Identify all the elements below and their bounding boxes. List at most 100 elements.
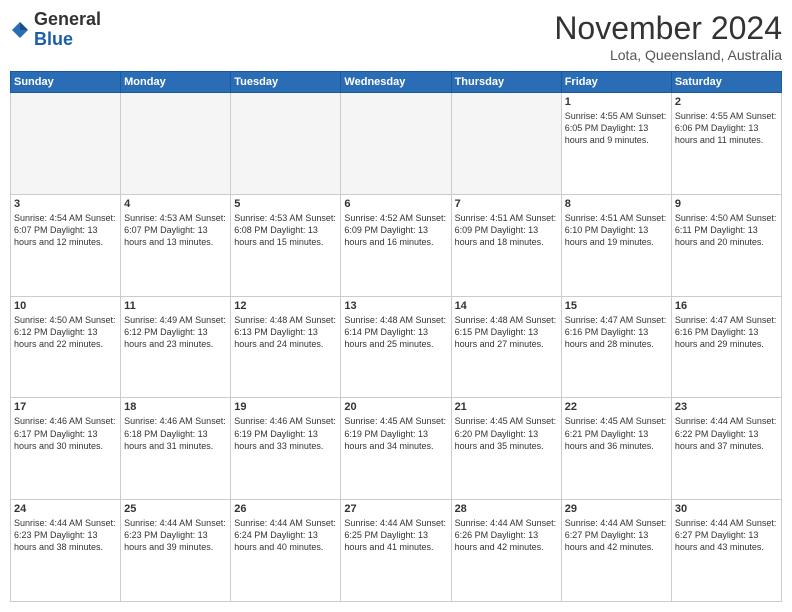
- day-info: Sunrise: 4:50 AM Sunset: 6:11 PM Dayligh…: [675, 212, 778, 248]
- calendar-cell: 29 Sunrise: 4:44 AM Sunset: 6:27 PM Dayli…: [561, 500, 671, 602]
- day-info: Sunrise: 4:46 AM Sunset: 6:17 PM Dayligh…: [14, 415, 117, 451]
- logo-blue: Blue: [34, 30, 101, 50]
- calendar-cell: 7 Sunrise: 4:51 AM Sunset: 6:09 PM Daylig…: [451, 194, 561, 296]
- day-of-week-header: Thursday: [451, 72, 561, 93]
- day-number: 12: [234, 300, 337, 312]
- day-of-week-header: Monday: [121, 72, 231, 93]
- calendar-cell: 13 Sunrise: 4:48 AM Sunset: 6:14 PM Dayli…: [341, 296, 451, 398]
- calendar-cell: 8 Sunrise: 4:51 AM Sunset: 6:10 PM Daylig…: [561, 194, 671, 296]
- calendar-table: SundayMondayTuesdayWednesdayThursdayFrid…: [10, 71, 782, 602]
- day-info: Sunrise: 4:44 AM Sunset: 6:24 PM Dayligh…: [234, 517, 337, 553]
- day-info: Sunrise: 4:44 AM Sunset: 6:27 PM Dayligh…: [675, 517, 778, 553]
- day-info: Sunrise: 4:46 AM Sunset: 6:18 PM Dayligh…: [124, 415, 227, 451]
- day-info: Sunrise: 4:45 AM Sunset: 6:20 PM Dayligh…: [455, 415, 558, 451]
- calendar-cell: 14Sunrise: 4:48 AM Sunset: 6:15 PM Dayli…: [451, 296, 561, 398]
- calendar-cell: 18 Sunrise: 4:46 AM Sunset: 6:18 PM Dayli…: [121, 398, 231, 500]
- page: General Blue November 2024 Lota, Queensl…: [0, 0, 792, 612]
- day-info: Sunrise: 4:55 AM Sunset: 6:05 PM Dayligh…: [565, 110, 668, 146]
- calendar-cell: 27 Sunrise: 4:44 AM Sunset: 6:25 PM Dayli…: [341, 500, 451, 602]
- logo-icon: [10, 20, 30, 40]
- day-info: Sunrise: 4:45 AM Sunset: 6:19 PM Dayligh…: [344, 415, 447, 451]
- day-info: Sunrise: 4:44 AM Sunset: 6:23 PM Dayligh…: [124, 517, 227, 553]
- day-number: 13: [344, 300, 447, 312]
- location: Lota, Queensland, Australia: [554, 47, 782, 63]
- calendar-cell: 22 Sunrise: 4:45 AM Sunset: 6:21 PM Dayli…: [561, 398, 671, 500]
- day-number: 21: [455, 401, 558, 413]
- calendar-cell: 6 Sunrise: 4:52 AM Sunset: 6:09 PM Daylig…: [341, 194, 451, 296]
- calendar-cell: 11 Sunrise: 4:49 AM Sunset: 6:12 PM Dayli…: [121, 296, 231, 398]
- day-number: 30: [675, 503, 778, 515]
- calendar-cell: [341, 93, 451, 195]
- day-number: 6: [344, 198, 447, 210]
- day-info: Sunrise: 4:44 AM Sunset: 6:26 PM Dayligh…: [455, 517, 558, 553]
- header: General Blue November 2024 Lota, Queensl…: [10, 10, 782, 63]
- calendar-cell: 5 Sunrise: 4:53 AM Sunset: 6:08 PM Daylig…: [231, 194, 341, 296]
- day-number: 25: [124, 503, 227, 515]
- day-of-week-header: Saturday: [671, 72, 781, 93]
- calendar-cell: [231, 93, 341, 195]
- day-number: 17: [14, 401, 117, 413]
- logo: General Blue: [10, 10, 101, 50]
- day-info: Sunrise: 4:48 AM Sunset: 6:15 PM Dayligh…: [455, 314, 558, 350]
- calendar-cell: [451, 93, 561, 195]
- day-info: Sunrise: 4:44 AM Sunset: 6:25 PM Dayligh…: [344, 517, 447, 553]
- calendar-cell: 30 Sunrise: 4:44 AM Sunset: 6:27 PM Dayli…: [671, 500, 781, 602]
- calendar-cell: 24Sunrise: 4:44 AM Sunset: 6:23 PM Dayli…: [11, 500, 121, 602]
- day-number: 23: [675, 401, 778, 413]
- day-number: 22: [565, 401, 668, 413]
- day-info: Sunrise: 4:53 AM Sunset: 6:08 PM Dayligh…: [234, 212, 337, 248]
- day-of-week-header: Friday: [561, 72, 671, 93]
- day-number: 11: [124, 300, 227, 312]
- day-number: 1: [565, 96, 668, 108]
- calendar-cell: 1 Sunrise: 4:55 AM Sunset: 6:05 PM Daylig…: [561, 93, 671, 195]
- day-info: Sunrise: 4:55 AM Sunset: 6:06 PM Dayligh…: [675, 110, 778, 146]
- day-info: Sunrise: 4:49 AM Sunset: 6:12 PM Dayligh…: [124, 314, 227, 350]
- calendar-cell: 19Sunrise: 4:46 AM Sunset: 6:19 PM Dayli…: [231, 398, 341, 500]
- day-info: Sunrise: 4:47 AM Sunset: 6:16 PM Dayligh…: [675, 314, 778, 350]
- calendar-cell: 10 Sunrise: 4:50 AM Sunset: 6:12 PM Dayli…: [11, 296, 121, 398]
- day-number: 15: [565, 300, 668, 312]
- calendar-cell: 23 Sunrise: 4:44 AM Sunset: 6:22 PM Dayli…: [671, 398, 781, 500]
- calendar-cell: 3 Sunrise: 4:54 AM Sunset: 6:07 PM Daylig…: [11, 194, 121, 296]
- calendar-cell: 20 Sunrise: 4:45 AM Sunset: 6:19 PM Dayli…: [341, 398, 451, 500]
- day-number: 8: [565, 198, 668, 210]
- day-of-week-header: Wednesday: [341, 72, 451, 93]
- day-of-week-header: Tuesday: [231, 72, 341, 93]
- day-info: Sunrise: 4:44 AM Sunset: 6:27 PM Dayligh…: [565, 517, 668, 553]
- calendar-cell: 15Sunrise: 4:47 AM Sunset: 6:16 PM Dayli…: [561, 296, 671, 398]
- day-number: 2: [675, 96, 778, 108]
- day-number: 10: [14, 300, 117, 312]
- calendar-cell: [11, 93, 121, 195]
- day-number: 16: [675, 300, 778, 312]
- calendar-cell: 28 Sunrise: 4:44 AM Sunset: 6:26 PM Dayli…: [451, 500, 561, 602]
- calendar-cell: 21 Sunrise: 4:45 AM Sunset: 6:20 PM Dayli…: [451, 398, 561, 500]
- day-number: 24: [14, 503, 117, 515]
- calendar-cell: 16 Sunrise: 4:47 AM Sunset: 6:16 PM Dayli…: [671, 296, 781, 398]
- day-info: Sunrise: 4:44 AM Sunset: 6:22 PM Dayligh…: [675, 415, 778, 451]
- day-info: Sunrise: 4:52 AM Sunset: 6:09 PM Dayligh…: [344, 212, 447, 248]
- title-block: November 2024 Lota, Queensland, Australi…: [554, 10, 782, 63]
- day-number: 20: [344, 401, 447, 413]
- day-info: Sunrise: 4:45 AM Sunset: 6:21 PM Dayligh…: [565, 415, 668, 451]
- calendar-cell: 2 Sunrise: 4:55 AM Sunset: 6:06 PM Daylig…: [671, 93, 781, 195]
- day-number: 27: [344, 503, 447, 515]
- calendar-cell: 12 Sunrise: 4:48 AM Sunset: 6:13 PM Dayli…: [231, 296, 341, 398]
- day-number: 29: [565, 503, 668, 515]
- day-info: Sunrise: 4:48 AM Sunset: 6:14 PM Dayligh…: [344, 314, 447, 350]
- day-info: Sunrise: 4:51 AM Sunset: 6:10 PM Dayligh…: [565, 212, 668, 248]
- day-number: 4: [124, 198, 227, 210]
- day-number: 26: [234, 503, 337, 515]
- calendar-cell: 25 Sunrise: 4:44 AM Sunset: 6:23 PM Dayli…: [121, 500, 231, 602]
- day-number: 18: [124, 401, 227, 413]
- day-number: 3: [14, 198, 117, 210]
- day-number: 7: [455, 198, 558, 210]
- day-info: Sunrise: 4:48 AM Sunset: 6:13 PM Dayligh…: [234, 314, 337, 350]
- logo-general: General: [34, 10, 101, 30]
- day-number: 9: [675, 198, 778, 210]
- calendar-cell: 26 Sunrise: 4:44 AM Sunset: 6:24 PM Dayli…: [231, 500, 341, 602]
- day-info: Sunrise: 4:54 AM Sunset: 6:07 PM Dayligh…: [14, 212, 117, 248]
- day-info: Sunrise: 4:50 AM Sunset: 6:12 PM Dayligh…: [14, 314, 117, 350]
- day-info: Sunrise: 4:51 AM Sunset: 6:09 PM Dayligh…: [455, 212, 558, 248]
- day-number: 28: [455, 503, 558, 515]
- day-number: 5: [234, 198, 337, 210]
